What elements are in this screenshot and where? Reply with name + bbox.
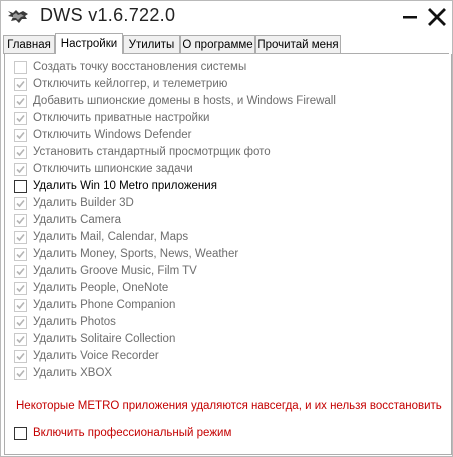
- option-label: Удалить Win 10 Metro приложения: [33, 180, 217, 192]
- option-label: Удалить Phone Companion: [33, 299, 176, 311]
- option-label: Удалить XBOX: [33, 367, 113, 379]
- option-label: Удалить Builder 3D: [33, 197, 134, 209]
- checkmark-icon: [16, 352, 25, 361]
- checkmark-icon: [16, 267, 25, 276]
- option-label: Установить стандартный просмотрщик фото: [33, 146, 271, 158]
- tab-settings[interactable]: Настройки: [55, 33, 123, 54]
- checkmark-icon: [16, 114, 25, 123]
- tab-readme[interactable]: Прочитай меня: [255, 35, 341, 53]
- checkbox-checked[interactable]: [14, 265, 27, 278]
- tab-main[interactable]: Главная: [3, 35, 55, 53]
- checkbox-checked[interactable]: [14, 163, 27, 176]
- option-label: Добавить шпионские домены в hosts, и Win…: [33, 95, 336, 107]
- checkbox-checked[interactable]: [14, 231, 27, 244]
- checkbox-checked[interactable]: [14, 282, 27, 295]
- checkmark-icon: [16, 216, 25, 225]
- checkbox-checked[interactable]: [14, 350, 27, 363]
- option-label: Отключить кейлоггер, и телеметрию: [33, 78, 228, 90]
- checkbox-checked[interactable]: [14, 129, 27, 142]
- checkmark-icon: [16, 199, 25, 208]
- checkbox-checked[interactable]: [14, 95, 27, 108]
- wolf-logo-icon: [7, 7, 29, 27]
- option-label: Удалить Money, Sports, News, Weather: [33, 248, 239, 260]
- checkbox-checked[interactable]: [14, 367, 27, 380]
- checkbox-checked[interactable]: [14, 333, 27, 346]
- tab-utilities[interactable]: Утилиты: [123, 35, 180, 53]
- checkmark-icon: [16, 301, 25, 310]
- option-label: Удалить Camera: [33, 214, 122, 226]
- tab-bar: Главная Настройки Утилиты О программе Пр…: [3, 33, 451, 54]
- minimize-icon: [403, 16, 417, 19]
- option-label: Удалить Mail, Calendar, Maps: [33, 231, 189, 243]
- checkbox-unchecked[interactable]: [14, 180, 27, 193]
- checkmark-icon: [16, 131, 25, 140]
- checkmark-icon: [16, 233, 25, 242]
- option-label: Удалить Voice Recorder: [33, 350, 159, 362]
- checkbox-checked[interactable]: [14, 146, 27, 159]
- checkbox-box[interactable]: [14, 427, 27, 440]
- checkbox-checked[interactable]: [14, 112, 27, 125]
- option-label: Отключить шпионские задачи: [33, 163, 193, 175]
- checkbox-unchecked[interactable]: [14, 61, 27, 74]
- metro-warning-text: Некоторые METRO приложения удаляются нав…: [16, 400, 442, 412]
- checkbox-checked[interactable]: [14, 78, 27, 91]
- option-label: Удалить People, OneNote: [33, 282, 169, 294]
- pro-mode-label: Включить профессиональный режим: [33, 427, 232, 439]
- checkmark-icon: [16, 284, 25, 293]
- checkbox-checked[interactable]: [14, 197, 27, 210]
- checkbox-checked[interactable]: [14, 214, 27, 227]
- checkmark-icon: [16, 369, 25, 378]
- tab-about[interactable]: О программе: [180, 35, 255, 53]
- title-bar[interactable]: DWS v1.6.722.0: [1, 1, 452, 33]
- option-label: Создать точку восстановления системы: [33, 61, 247, 73]
- checkmark-icon: [16, 148, 25, 157]
- minimize-button[interactable]: [400, 7, 420, 27]
- option-label: Удалить Photos: [33, 316, 116, 328]
- checkmark-icon: [16, 318, 25, 327]
- option-label: Отключить приватные настройки: [33, 112, 210, 124]
- checkmark-icon: [16, 335, 25, 344]
- checkmark-icon: [16, 250, 25, 259]
- option-label: Удалить Solitaire Collection: [33, 333, 176, 345]
- app-window: DWS v1.6.722.0 Главная Настройки Утилиты…: [0, 0, 453, 457]
- option-label: Удалить Groove Music, Film TV: [33, 265, 197, 277]
- checkmark-icon: [16, 97, 25, 106]
- checkmark-icon: [16, 165, 25, 174]
- checkbox-checked[interactable]: [14, 316, 27, 329]
- close-button[interactable]: [427, 7, 447, 27]
- window-title: DWS v1.6.722.0: [40, 5, 176, 25]
- option-label: Отключить Windows Defender: [33, 129, 192, 141]
- checkbox-checked[interactable]: [14, 248, 27, 261]
- settings-panel: Создать точку восстановления системы Откл…: [4, 54, 452, 455]
- close-icon: [428, 8, 446, 26]
- checkmark-icon: [16, 80, 25, 89]
- checkbox-checked[interactable]: [14, 299, 27, 312]
